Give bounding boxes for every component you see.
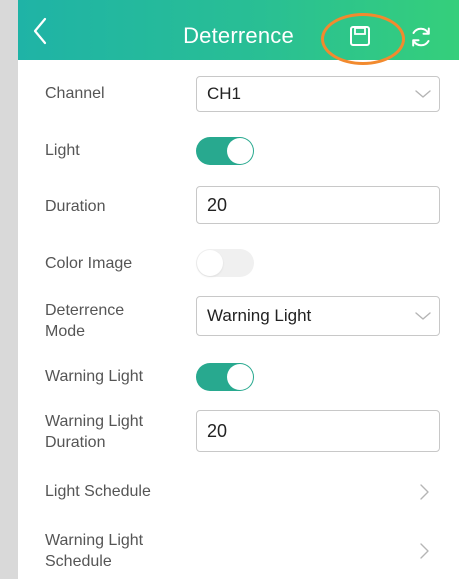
channel-select[interactable]: CH1 [196,76,440,112]
color-image-label: Color Image [45,255,133,272]
channel-label: Channel [45,85,105,102]
warning-light-duration-label-line2: Duration [45,434,106,451]
chevron-right-icon[interactable] [416,541,432,561]
toggle-knob [197,250,223,276]
channel-value: CH1 [207,84,242,103]
warning-light-schedule-label-line2: Schedule [45,553,112,570]
light-toggle[interactable] [196,137,254,165]
duration-value: 20 [207,195,228,215]
duration-input[interactable]: 20 [196,186,440,224]
warning-light-duration-label: Warning Light Duration [45,411,143,453]
deterrence-screen: Deterrence Channel CH1 Light Duration 20… [18,0,459,579]
color-image-toggle[interactable] [196,249,254,277]
header-bar: Deterrence [18,0,459,65]
warning-light-schedule-label[interactable]: Warning Light Schedule [45,530,143,572]
warning-light-toggle[interactable] [196,363,254,391]
refresh-icon [412,27,430,47]
light-label: Light [45,142,80,159]
deterrence-mode-label: Deterrence Mode [45,300,124,342]
chevron-right-icon[interactable] [416,482,432,502]
chevron-down-icon [415,90,431,98]
toggle-knob [227,364,253,390]
duration-label: Duration [45,198,106,215]
warning-light-duration-value: 20 [207,421,228,441]
warning-light-duration-label-line1: Warning Light [45,413,144,430]
deterrence-mode-label-line2: Mode [45,323,86,340]
chevron-down-icon [415,312,431,320]
save-button[interactable] [321,13,405,65]
warning-light-schedule-label-line1: Warning Light [45,532,144,549]
light-schedule-label[interactable]: Light Schedule [45,481,151,503]
toggle-knob [227,138,253,164]
save-floppy-icon [350,26,370,46]
refresh-button[interactable] [404,20,438,54]
deterrence-mode-select[interactable]: Warning Light [196,296,440,336]
warning-light-label: Warning Light [45,368,144,385]
deterrence-mode-value: Warning Light [207,306,312,325]
deterrence-mode-label-line1: Deterrence [45,302,125,319]
warning-light-duration-input[interactable]: 20 [196,410,440,452]
